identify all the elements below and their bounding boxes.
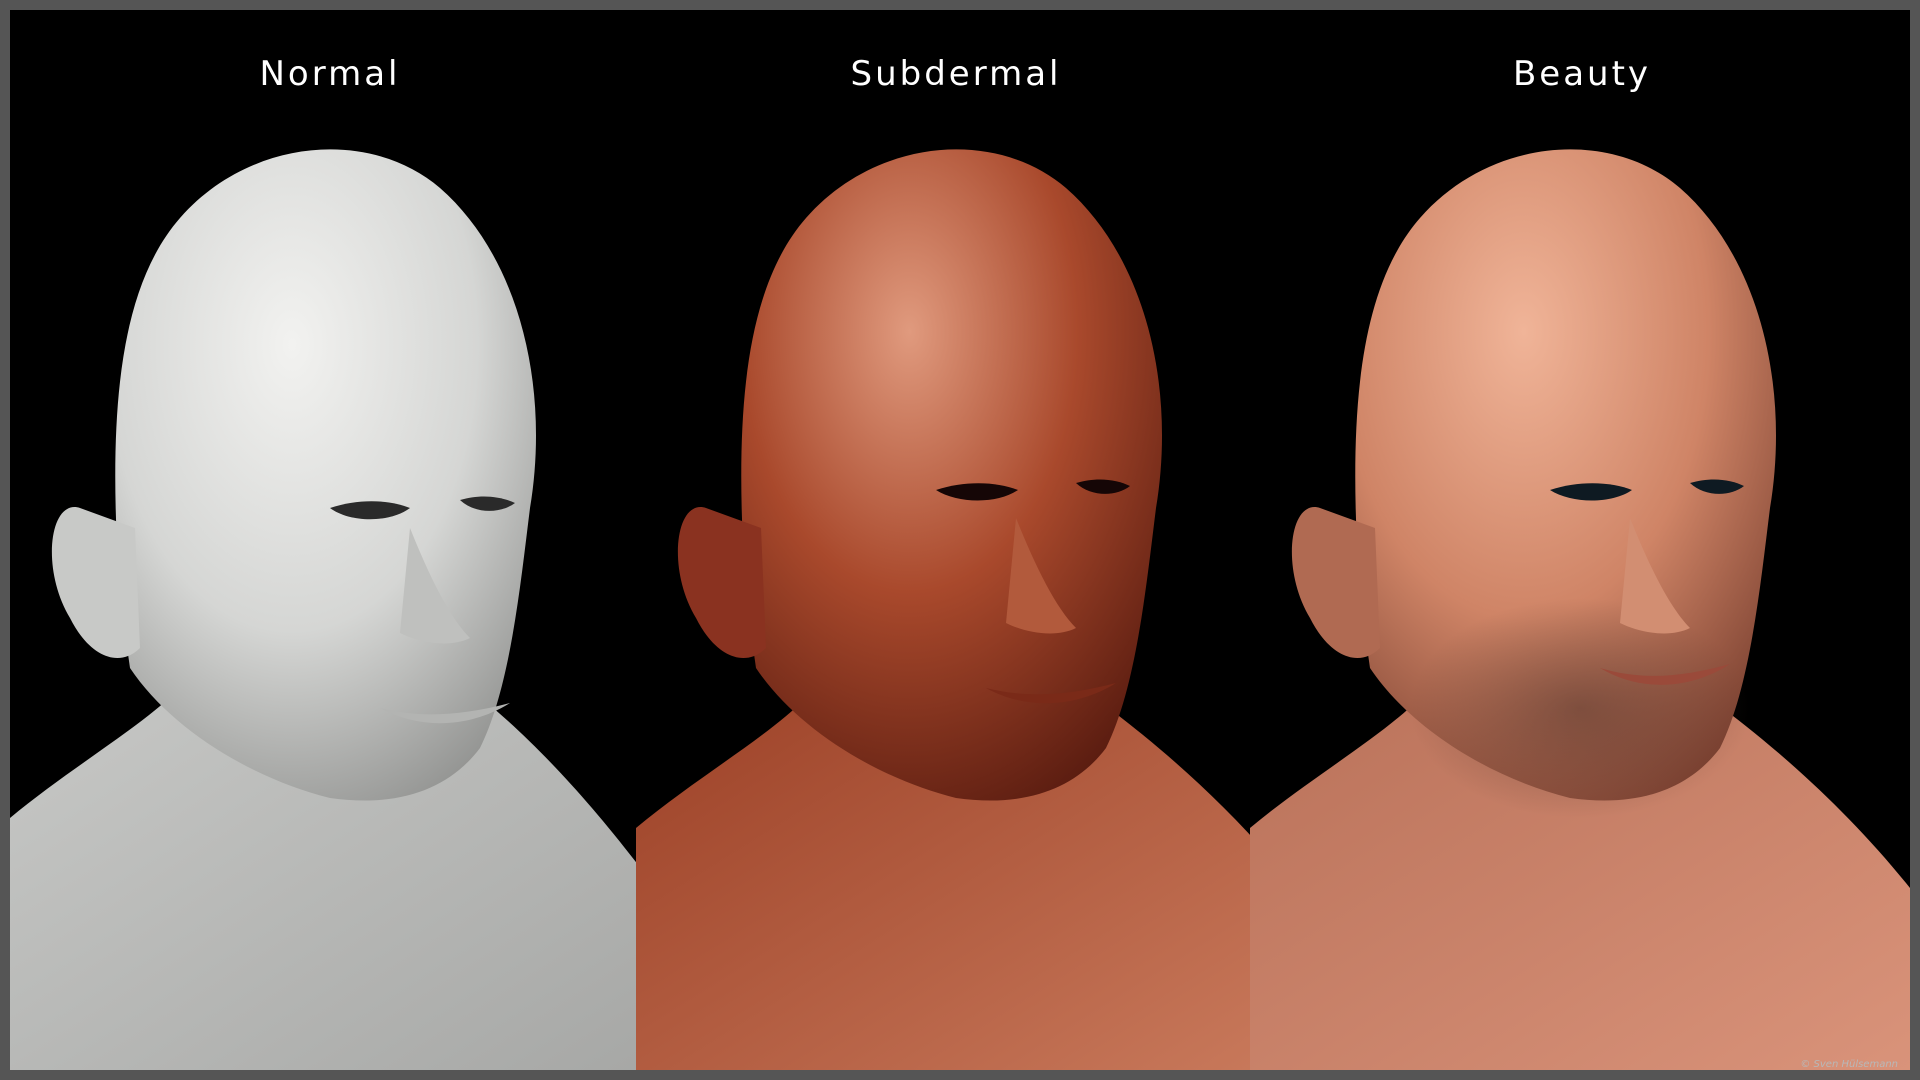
head-bust-subdermal [636,149,1296,1070]
render-frame: Normal Subdermal Beauty © Sven Hülsemann [10,10,1910,1070]
panel-label-subdermal: Subdermal [850,54,1062,94]
head-bust-normal [10,149,670,1070]
head-bust-beauty [1250,149,1910,1070]
head-render-beauty [1250,128,1910,1070]
panel-label-normal: Normal [259,54,401,94]
head-render-subdermal [636,128,1296,1070]
panel-label-beauty: Beauty [1512,54,1652,94]
copyright-credit: © Sven Hülsemann [1800,1059,1898,1070]
head-render-normal [10,128,670,1070]
